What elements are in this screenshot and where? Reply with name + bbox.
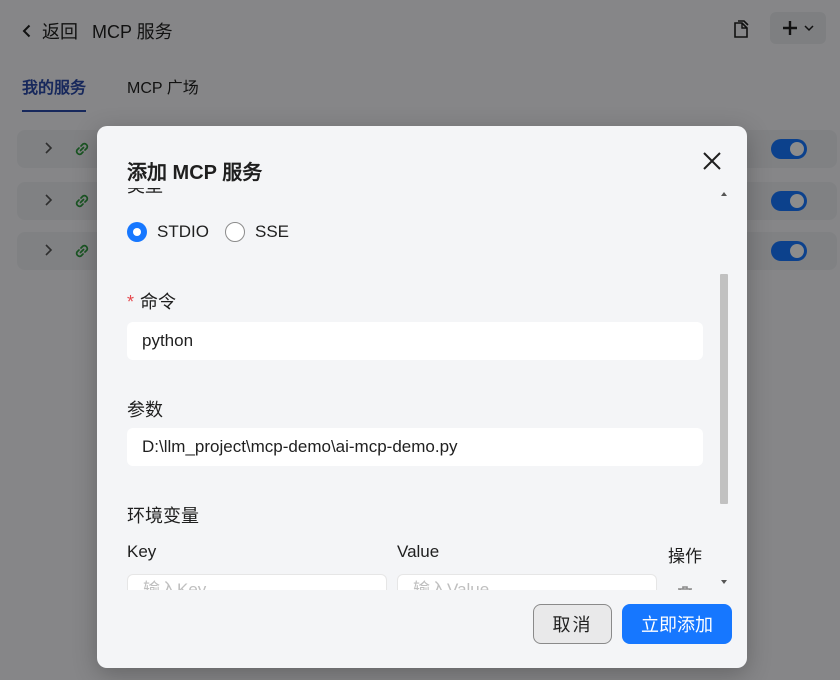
command-label-text: 命令 (140, 292, 177, 312)
scroll-up-arrow-icon[interactable] (721, 192, 727, 196)
type-label: 类型 (127, 188, 163, 198)
radio-dot (225, 222, 245, 242)
close-icon[interactable] (701, 150, 723, 172)
env-label: 环境变量 (127, 506, 199, 526)
add-mcp-service-dialog: 添加 MCP 服务 类型 STDIO SSE *命令 参数 环境变量 Key V… (97, 126, 747, 668)
env-key-input[interactable]: 输入Key (127, 574, 387, 590)
env-key-column-header: Key (127, 542, 157, 561)
env-value-input[interactable]: 输入Value (397, 574, 657, 590)
delete-icon[interactable] (675, 584, 695, 590)
command-label: * 命令 (127, 288, 176, 314)
args-input[interactable] (127, 428, 703, 466)
env-action-column-header: 操作 (668, 547, 702, 566)
scroll-thumb[interactable] (720, 274, 728, 504)
env-key-placeholder: 输入Key (143, 580, 207, 590)
required-mark: * (127, 292, 135, 312)
radio-dot (127, 222, 147, 242)
env-value-column-header: Value (397, 542, 440, 561)
add-now-button[interactable]: 立即添加 (622, 604, 732, 644)
dialog-title: 添加 MCP 服务 (127, 162, 263, 184)
args-label: 参数 (127, 400, 163, 420)
env-value-placeholder: 输入Value (413, 580, 490, 590)
radio-stdio[interactable]: STDIO (127, 222, 209, 242)
cancel-button[interactable]: 取消 (533, 604, 612, 644)
dialog-body[interactable]: 类型 STDIO SSE *命令 参数 环境变量 Key Value 操作 输入… (97, 188, 747, 590)
radio-sse[interactable]: SSE (225, 222, 289, 242)
radio-sse-label: SSE (255, 222, 290, 241)
radio-stdio-label: STDIO (157, 222, 209, 241)
scroll-down-arrow-icon[interactable] (721, 580, 727, 584)
command-input[interactable] (127, 322, 703, 360)
dialog-scrollbar[interactable] (717, 188, 731, 590)
